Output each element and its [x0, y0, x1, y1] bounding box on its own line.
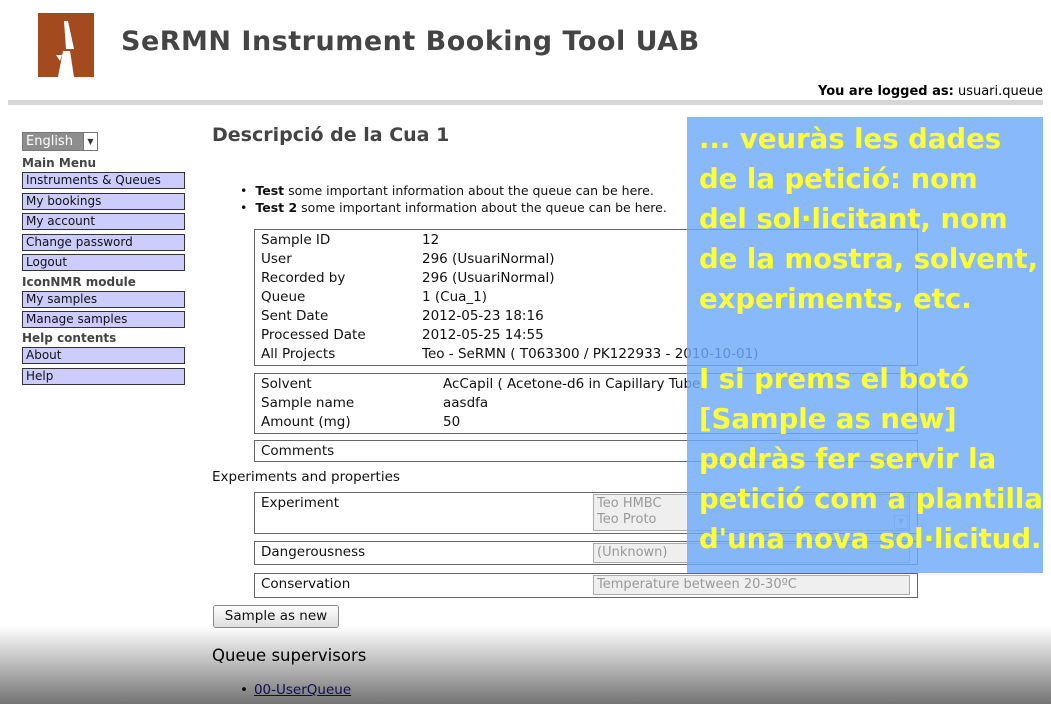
solvent-label: Solvent	[261, 376, 312, 392]
callout-line: ... veuràs les dades	[699, 123, 1002, 155]
menu-logout[interactable]: Logout	[22, 254, 185, 271]
language-value: English	[26, 134, 73, 149]
logged-label: You are logged as:	[817, 84, 954, 99]
callout-line: de la petició: nom	[699, 163, 978, 195]
list-item: 00-UserQueue	[240, 682, 351, 698]
sample-name-value: aasdfa	[443, 395, 489, 411]
language-select[interactable]: English ▼	[22, 132, 98, 151]
solvent-value: AcCapil ( Acetone-d6 in Capillary Tube)	[443, 376, 706, 392]
sent-date-label: Sent Date	[261, 308, 329, 324]
info-bold: Test 2	[255, 200, 298, 215]
list-item: Test 2 some important information about …	[240, 199, 667, 216]
all-projects-label: All Projects	[261, 346, 336, 362]
callout-line: del sol·licitant, nom	[699, 203, 1008, 235]
menu-manage-samples[interactable]: Manage samples	[22, 311, 185, 328]
menu-about[interactable]: About	[22, 347, 185, 364]
callout-line: podràs fer servir la	[699, 443, 997, 475]
header-divider	[8, 100, 1043, 105]
menu-help[interactable]: Help	[22, 368, 185, 385]
menu-change-password[interactable]: Change password	[22, 234, 185, 251]
conservation-label: Conservation	[261, 576, 351, 592]
supervisor-link[interactable]: 00-UserQueue	[254, 682, 351, 698]
page-title: Descripció de la Cua 1	[212, 124, 450, 146]
conservation-field[interactable]: Temperature between 20-30ºC	[593, 575, 910, 595]
user-value: 296 (UsuariNormal)	[422, 251, 555, 267]
bottom-shadow	[0, 626, 1051, 704]
recorded-by-value: 296 (UsuariNormal)	[422, 270, 555, 286]
sent-date-value: 2012-05-23 18:16	[422, 308, 544, 324]
site-title: SeRMN Instrument Booking Tool UAB	[121, 26, 700, 57]
processed-date-label: Processed Date	[261, 327, 366, 343]
processed-date-value: 2012-05-25 14:55	[422, 327, 544, 343]
supervisors-heading: Queue supervisors	[212, 646, 367, 665]
menu-my-samples[interactable]: My samples	[22, 291, 185, 308]
amount-value: 50	[443, 414, 461, 430]
sermn-logo	[38, 13, 94, 77]
amount-label: Amount (mg)	[261, 414, 351, 430]
queue-info-list: Test some important information about th…	[240, 182, 667, 216]
callout-line: I si prems el botó	[699, 363, 969, 395]
sample-id-label: Sample ID	[261, 232, 331, 248]
list-item: Test some important information about th…	[240, 182, 667, 199]
sample-as-new-button[interactable]: Sample as new	[213, 605, 339, 628]
logged-user: usuari.queue	[957, 84, 1043, 99]
menu-my-account[interactable]: My account	[22, 213, 185, 230]
menu-instruments-queues[interactable]: Instruments & Queues	[22, 172, 185, 189]
menu-my-bookings[interactable]: My bookings	[22, 193, 185, 210]
experiments-heading: Experiments and properties	[212, 469, 400, 485]
queue-label: Queue	[261, 289, 306, 305]
comments-label: Comments	[261, 443, 335, 459]
sample-name-label: Sample name	[261, 395, 355, 411]
dangerousness-label: Dangerousness	[261, 544, 366, 560]
callout-line: d'una nova sol·licitud.	[699, 523, 1042, 555]
callout-line: experiments, etc.	[699, 283, 972, 315]
queue-value: 1 (Cua_1)	[422, 289, 488, 305]
login-status: You are logged as: usuari.queue	[818, 84, 1043, 99]
info-text: some important information about the que…	[284, 183, 654, 198]
recorded-by-label: Recorded by	[261, 270, 346, 286]
main-menu-heading: Main Menu	[22, 156, 97, 170]
callout-line: de la mostra, solvent,	[699, 243, 1039, 275]
callout-line: [Sample as new]	[699, 403, 957, 435]
experiment-label: Experiment	[261, 495, 340, 511]
iconnmr-heading: IconNMR module	[22, 275, 136, 289]
callout-line: petició com a plantilla	[699, 483, 1043, 515]
info-bold: Test	[255, 183, 285, 198]
info-text: some important information about the que…	[297, 200, 667, 215]
sample-id-value: 12	[422, 232, 440, 248]
chevron-down-icon: ▼	[83, 133, 97, 150]
user-label: User	[261, 251, 292, 267]
help-heading: Help contents	[22, 331, 117, 345]
